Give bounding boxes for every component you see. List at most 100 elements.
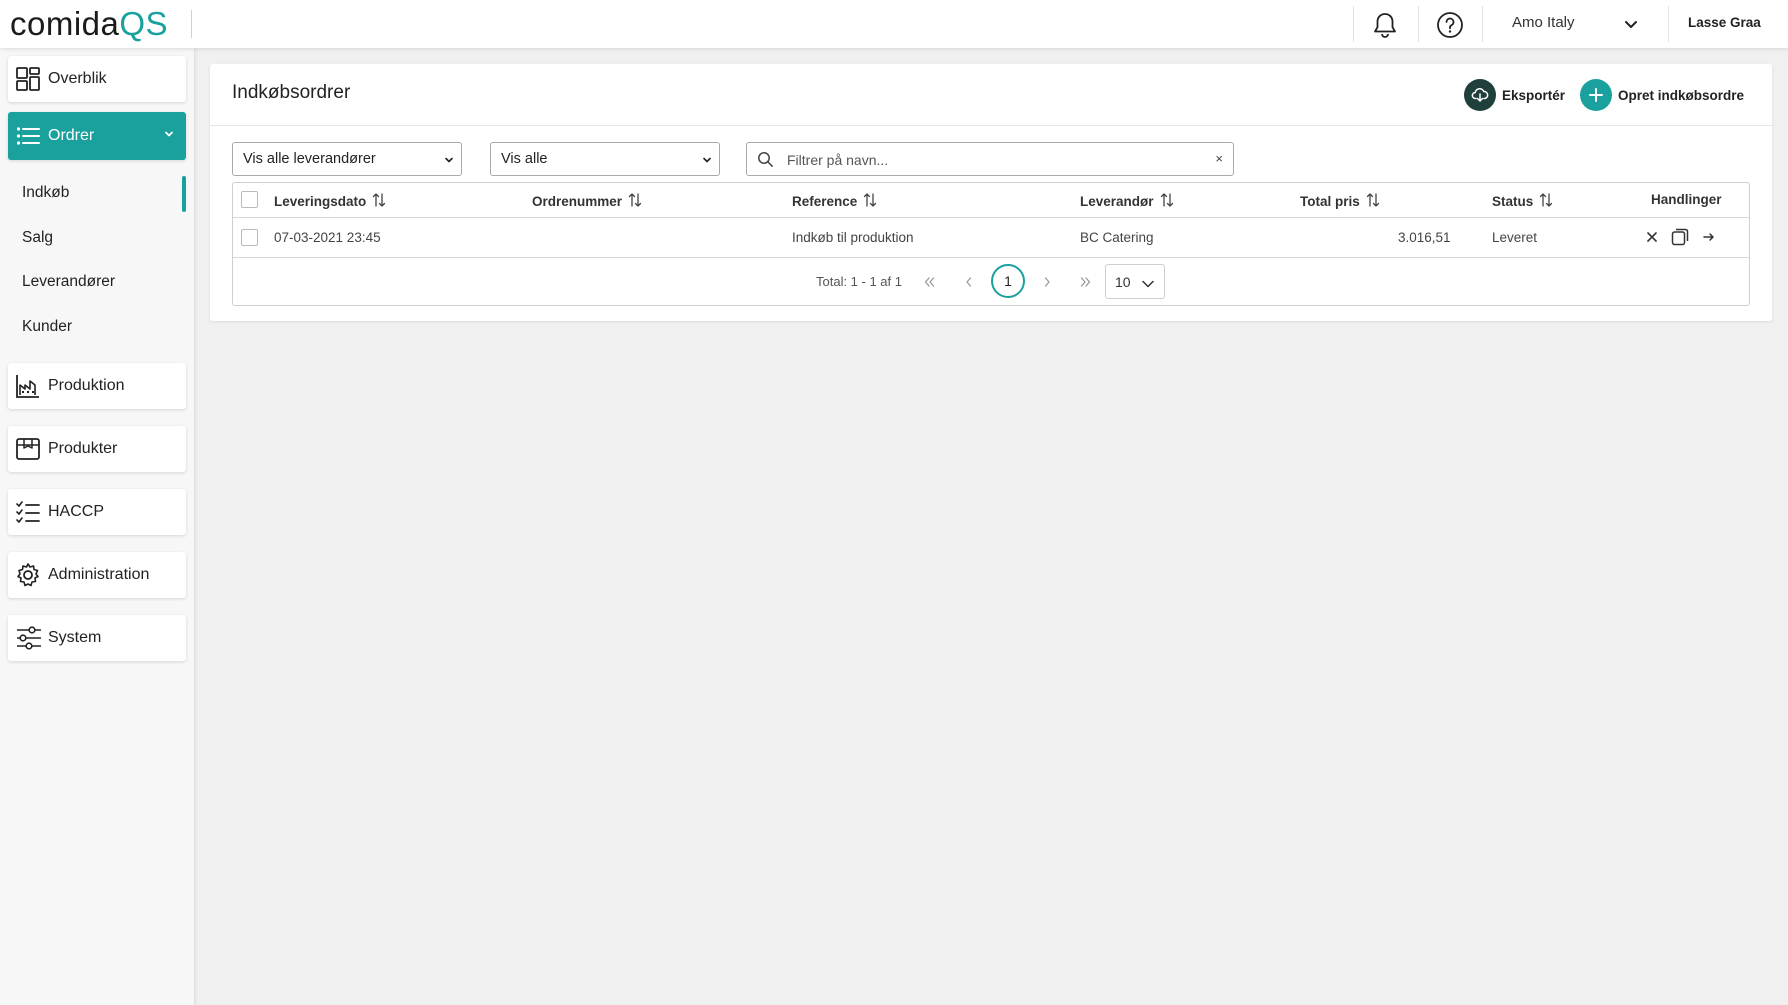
sidebar-subitem-salg[interactable]: Salg <box>22 229 53 247</box>
column-label: Handlinger <box>1651 192 1722 207</box>
create-label: Opret indkøbsordre <box>1618 87 1745 103</box>
create-purchase-order-button[interactable]: Opret indkøbsordre <box>1580 79 1744 111</box>
list-icon <box>14 122 42 150</box>
app-logo[interactable]: comidaQS <box>10 4 168 44</box>
company-selector[interactable]: Amo Italy <box>1512 14 1575 31</box>
row-checkbox[interactable] <box>241 229 258 246</box>
status-filter-select[interactable]: Vis alle <box>490 142 720 176</box>
cell-status: Leveret <box>1492 230 1538 245</box>
previous-page-icon[interactable] <box>959 272 979 292</box>
checklist-icon <box>14 498 42 526</box>
box-icon <box>14 435 42 463</box>
supplier-filter-value: Vis alle leverandører <box>243 151 376 167</box>
export-label: Eksportér <box>1502 87 1566 103</box>
sidebar-item-label: Overblik <box>48 70 107 87</box>
sort-icon <box>627 192 643 211</box>
sidebar-item-produktion[interactable]: Produktion <box>8 363 186 409</box>
sort-icon <box>862 192 878 211</box>
logo-text-primary: comida <box>10 5 120 42</box>
last-page-icon[interactable] <box>1076 272 1096 292</box>
status-filter-value: Vis alle <box>501 151 548 167</box>
chevron-down-icon <box>701 154 713 170</box>
chevron-down-icon[interactable] <box>1620 15 1642 35</box>
cell-delivery-date: 07-03-2021 23:45 <box>274 230 381 245</box>
table-row[interactable]: 07-03-2021 23:45 Indkøb til produktion B… <box>233 218 1749 258</box>
purchase-orders-card: Indkøbsordrer Eksportér Opret indkøbsord… <box>210 64 1772 321</box>
factory-icon <box>14 372 42 400</box>
search-icon <box>757 151 774 173</box>
column-header-supplier[interactable]: Leverandør <box>1080 192 1175 211</box>
cell-total-price: 3.016,51 <box>1398 230 1451 245</box>
notifications-bell-icon[interactable] <box>1370 10 1400 40</box>
sidebar-item-label: Produkter <box>48 440 118 457</box>
topbar-divider <box>1353 6 1354 42</box>
sliders-icon <box>14 624 42 652</box>
topbar-divider <box>1668 6 1669 42</box>
user-menu[interactable]: Lasse Graa <box>1688 15 1761 30</box>
dashboard-icon <box>14 65 42 93</box>
sort-icon <box>1159 192 1175 211</box>
sidebar: Overblik Ordrer Indkøb Salg Leverandører… <box>0 48 194 1005</box>
export-button[interactable]: Eksportér <box>1464 79 1565 111</box>
column-label: Leveringsdato <box>274 194 367 209</box>
first-page-icon[interactable] <box>919 272 939 292</box>
search-field: × <box>746 142 1234 176</box>
sidebar-item-overblik[interactable]: Overblik <box>8 56 186 102</box>
sidebar-item-haccp[interactable]: HACCP <box>8 489 186 535</box>
top-bar: comidaQS Amo Italy Lasse Graa <box>0 0 1788 48</box>
topbar-divider <box>1482 6 1483 42</box>
pagination-total: Total: 1 - 1 af 1 <box>816 274 902 289</box>
sidebar-item-administration[interactable]: Administration <box>8 552 186 598</box>
card-divider <box>210 125 1772 126</box>
sidebar-item-label: HACCP <box>48 503 105 520</box>
column-header-order-number[interactable]: Ordrenummer <box>532 192 643 211</box>
active-indicator <box>182 176 186 212</box>
column-label: Ordrenummer <box>532 194 623 209</box>
supplier-filter-select[interactable]: Vis alle leverandører <box>232 142 462 176</box>
topbar-divider <box>1418 6 1419 42</box>
clear-search-icon[interactable]: × <box>1215 152 1223 166</box>
pagination: Total: 1 - 1 af 1 1 10 <box>233 258 1749 306</box>
sidebar-subitem-indkob[interactable]: Indkøb <box>22 184 69 202</box>
chevron-down-icon <box>443 154 455 170</box>
gear-icon <box>14 561 42 589</box>
help-icon[interactable] <box>1435 10 1465 40</box>
sidebar-item-system[interactable]: System <box>8 615 186 661</box>
sidebar-item-produkter[interactable]: Produkter <box>8 426 186 472</box>
page-size-select[interactable]: 10 <box>1105 264 1165 299</box>
column-header-status[interactable]: Status <box>1492 192 1554 211</box>
search-input[interactable] <box>787 149 1187 171</box>
column-header-delivery-date[interactable]: Leveringsdato <box>274 192 387 211</box>
sidebar-subitem-kunder[interactable]: Kunder <box>22 318 72 336</box>
sort-icon <box>1365 192 1381 211</box>
plus-icon <box>1580 79 1612 111</box>
sidebar-subitem-leverandorer[interactable]: Leverandører <box>22 273 115 291</box>
page-title: Indkøbsordrer <box>232 82 351 103</box>
sidebar-item-label: Administration <box>48 566 150 583</box>
sidebar-item-ordrer[interactable]: Ordrer <box>8 112 186 160</box>
sidebar-item-label: Produktion <box>48 377 125 394</box>
sort-icon <box>371 192 387 211</box>
logo-divider <box>191 10 192 38</box>
select-all-checkbox[interactable] <box>241 191 258 208</box>
chevron-down-icon <box>1141 277 1155 293</box>
column-label: Total pris <box>1300 194 1360 209</box>
column-label: Reference <box>792 194 858 209</box>
orders-table: Leveringsdato Ordrenummer Reference Leve… <box>232 182 1750 306</box>
cell-supplier: BC Catering <box>1080 230 1154 245</box>
next-page-icon[interactable] <box>1037 272 1057 292</box>
column-header-total-price[interactable]: Total pris <box>1300 192 1381 211</box>
table-header: Leveringsdato Ordrenummer Reference Leve… <box>233 183 1749 218</box>
arrow-right-icon[interactable] <box>1699 227 1719 247</box>
page-size-value: 10 <box>1115 273 1131 290</box>
sidebar-item-label: System <box>48 629 102 646</box>
column-label: Status <box>1492 194 1534 209</box>
current-page-button[interactable]: 1 <box>991 264 1025 298</box>
sort-icon <box>1538 192 1554 211</box>
cancel-order-icon[interactable] <box>1642 227 1662 247</box>
chevron-down-icon[interactable] <box>162 127 176 146</box>
sidebar-item-label: Ordrer <box>48 127 95 144</box>
copy-order-icon[interactable] <box>1670 227 1690 247</box>
cloud-download-icon <box>1464 79 1496 111</box>
column-header-reference[interactable]: Reference <box>792 192 878 211</box>
